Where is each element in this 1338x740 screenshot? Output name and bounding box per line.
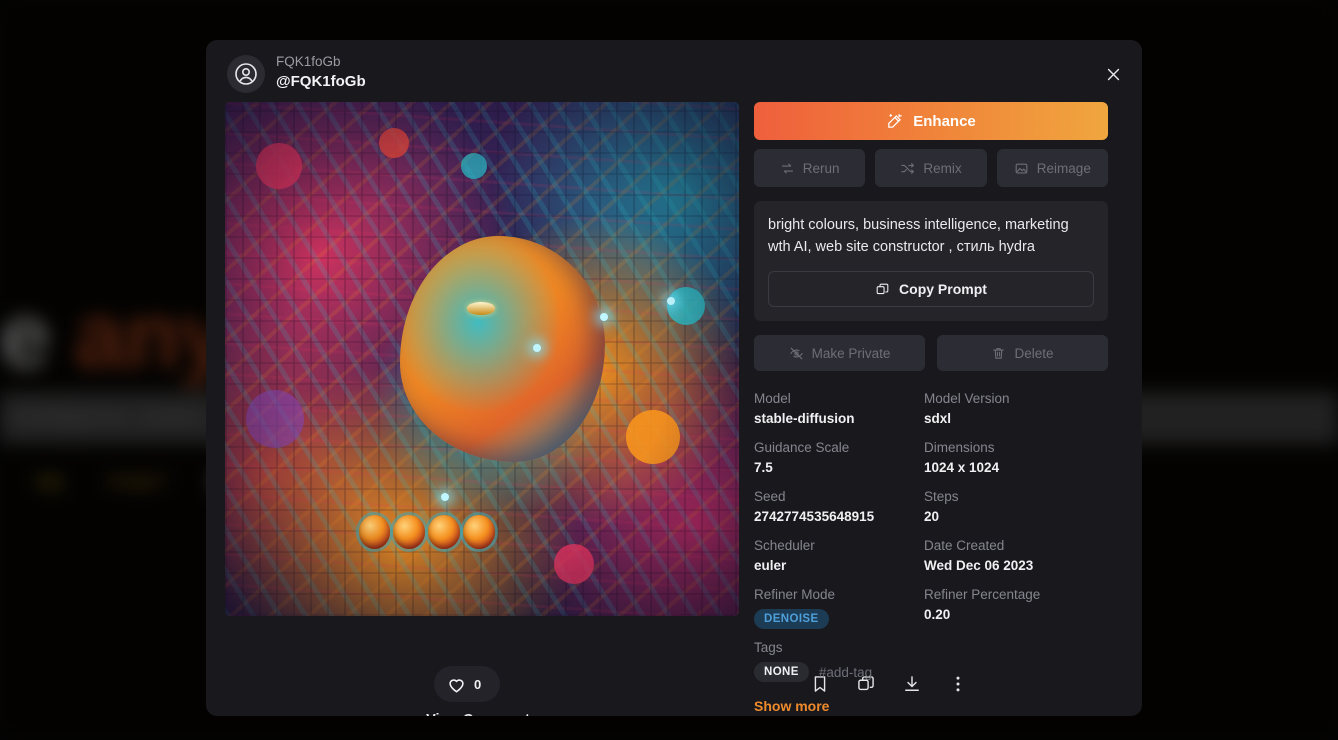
tags-item: Tags NONE #add-tag bbox=[754, 638, 924, 682]
like-button[interactable]: 0 bbox=[434, 666, 500, 702]
metadata-key: Seed bbox=[754, 489, 786, 504]
prompt-text: bright colours, business intelligence, m… bbox=[768, 217, 1069, 255]
show-more-link[interactable]: Show more bbox=[754, 698, 1108, 714]
like-count: 0 bbox=[474, 676, 482, 692]
metadata-value: 2742774535648915 bbox=[754, 509, 875, 524]
rerun-icon bbox=[781, 163, 793, 173]
metadata-value: sdxl bbox=[924, 411, 952, 426]
delete-label: Delete bbox=[1014, 345, 1054, 361]
refiner-mode-key: Refiner Mode bbox=[754, 587, 836, 602]
enhance-button[interactable]: Enhance bbox=[754, 102, 1108, 140]
privacy-actions-row: Make Private Delete bbox=[754, 335, 1108, 371]
metadata-item: Scheduler euler bbox=[754, 536, 924, 576]
copy-prompt-label: Copy Prompt bbox=[899, 281, 987, 297]
metadata-item: Seed 2742774535648915 bbox=[754, 487, 924, 527]
detail-panel: Enhance Rerun Remix Reimage bright colou… bbox=[754, 102, 1108, 714]
tags-spacer bbox=[924, 638, 1108, 682]
metadata-item: Dimensions 1024 x 1024 bbox=[924, 438, 1108, 478]
metadata-value: Wed Dec 06 2023 bbox=[924, 558, 1034, 573]
image-detail-modal: FQK1foGb @FQK1foGb 0 Enhance Rerun Remix… bbox=[206, 40, 1142, 716]
artwork-canvas bbox=[225, 102, 739, 616]
metadata-item: Steps 20 bbox=[924, 487, 1108, 527]
refiner-mode-item: Refiner Mode DENOISE bbox=[754, 585, 924, 629]
refiner-percentage-item: Refiner Percentage 0.20 bbox=[924, 585, 1108, 629]
image-icon bbox=[1015, 163, 1028, 173]
copy-icon bbox=[876, 283, 889, 294]
metadata-item: Guidance Scale 7.5 bbox=[754, 438, 924, 478]
screen: te any ...iness intelligence, marke... .… bbox=[0, 0, 1338, 740]
tag-badge-none: NONE bbox=[754, 662, 809, 682]
refiner-mode-badge: DENOISE bbox=[754, 609, 829, 629]
metadata-key: Dimensions bbox=[924, 440, 995, 455]
modal-header: FQK1foGb @FQK1foGb bbox=[206, 40, 1142, 106]
tags-key: Tags bbox=[754, 640, 783, 655]
close-icon bbox=[1107, 68, 1119, 80]
metadata-value: 1024 x 1024 bbox=[924, 460, 1000, 475]
metadata-key: Steps bbox=[924, 489, 959, 504]
copy-prompt-button[interactable]: Copy Prompt bbox=[768, 271, 1094, 307]
metadata-key: Scheduler bbox=[754, 538, 815, 553]
enhance-label: Enhance bbox=[913, 112, 976, 130]
metadata-item: Date Created Wed Dec 06 2023 bbox=[924, 536, 1108, 576]
artwork-vignette bbox=[225, 102, 739, 616]
metadata-value: 7.5 bbox=[754, 460, 773, 475]
metadata-item: Model stable-diffusion bbox=[754, 389, 924, 429]
trash-icon bbox=[993, 347, 1005, 359]
generated-image[interactable] bbox=[225, 102, 739, 616]
metadata-grid: Model stable-diffusion Model Version sdx… bbox=[754, 389, 1108, 691]
prompt-card: bright colours, business intelligence, m… bbox=[754, 201, 1108, 321]
heart-icon bbox=[449, 678, 464, 693]
make-private-label: Make Private bbox=[811, 345, 891, 361]
magic-wand-icon bbox=[888, 113, 903, 128]
reimage-button[interactable]: Reimage bbox=[996, 149, 1108, 187]
secondary-actions-row: Rerun Remix Reimage bbox=[754, 149, 1108, 187]
metadata-key: Model Version bbox=[924, 391, 1010, 406]
metadata-value: euler bbox=[754, 558, 787, 573]
rerun-button[interactable]: Rerun bbox=[754, 149, 866, 187]
metadata-value: 20 bbox=[924, 509, 940, 524]
shuffle-icon bbox=[901, 162, 915, 174]
user-handle: @FQK1foGb bbox=[276, 73, 366, 90]
delete-button[interactable]: Delete bbox=[937, 335, 1108, 371]
metadata-item: Model Version sdxl bbox=[924, 389, 1108, 429]
metadata-value: stable-diffusion bbox=[754, 411, 855, 426]
close-button[interactable] bbox=[1096, 57, 1130, 91]
user-block[interactable]: FQK1foGb @FQK1foGb bbox=[276, 52, 366, 92]
remix-button[interactable]: Remix bbox=[875, 149, 987, 187]
refiner-percentage-key: Refiner Percentage bbox=[924, 587, 1041, 602]
remix-label: Remix bbox=[923, 160, 962, 176]
refiner-percentage-value: 0.20 bbox=[924, 607, 951, 622]
user-display-name: FQK1foGb bbox=[276, 54, 341, 69]
metadata-key: Model bbox=[754, 391, 791, 406]
avatar[interactable] bbox=[227, 55, 265, 93]
view-comments-link[interactable]: View Comments bbox=[225, 712, 739, 716]
reimage-label: Reimage bbox=[1036, 160, 1091, 176]
eye-off-icon bbox=[789, 347, 803, 359]
rerun-label: Rerun bbox=[802, 160, 840, 176]
metadata-key: Guidance Scale bbox=[754, 440, 850, 455]
add-tag-link[interactable]: #add-tag bbox=[819, 665, 872, 680]
make-private-button[interactable]: Make Private bbox=[754, 335, 925, 371]
metadata-key: Date Created bbox=[924, 538, 1005, 553]
